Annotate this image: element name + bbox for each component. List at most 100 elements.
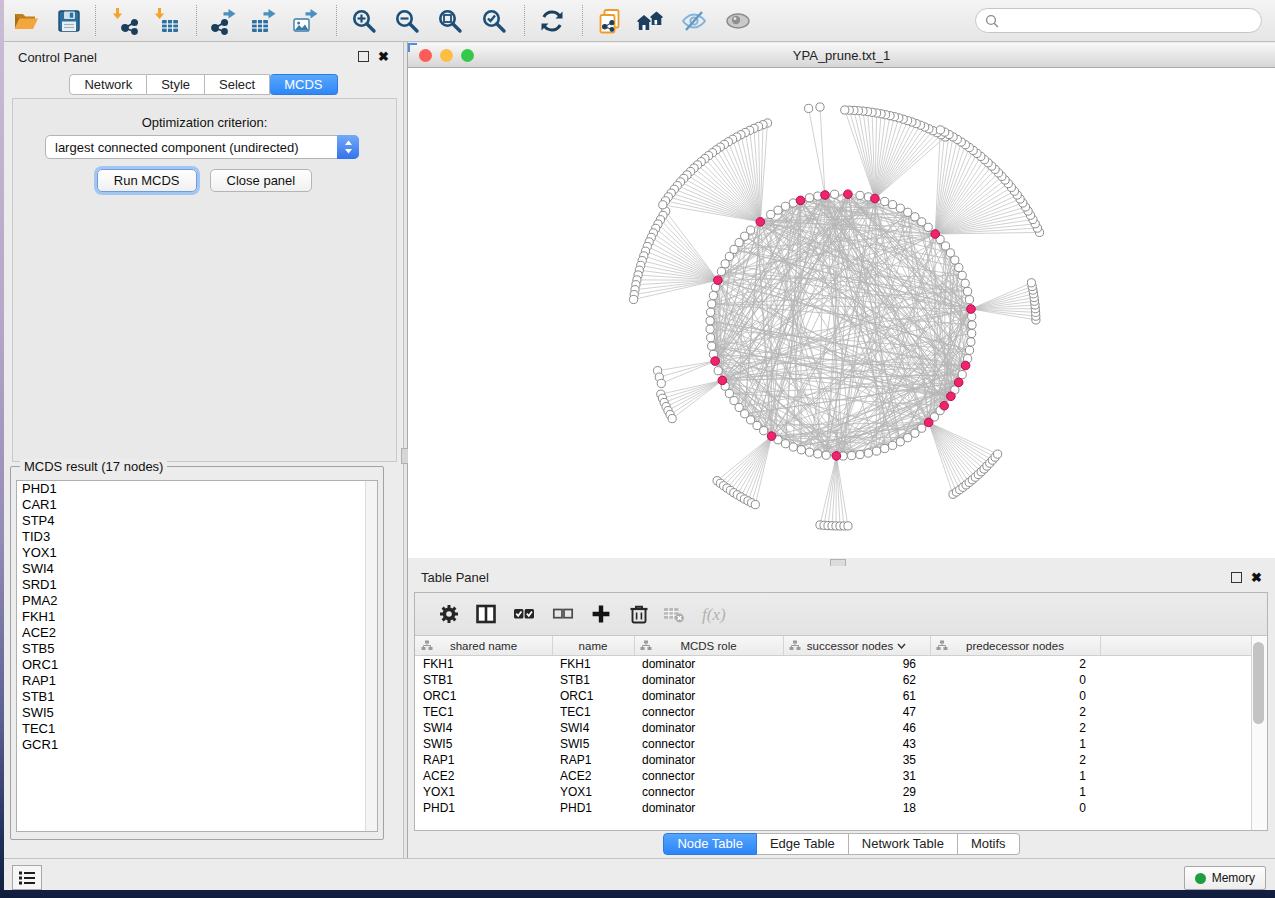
close-panel-icon[interactable]: ✖: [378, 52, 389, 61]
tab-network[interactable]: Network: [69, 74, 147, 95]
tab-mcds[interactable]: MCDS: [270, 74, 337, 95]
mcds-result-item[interactable]: ACE2: [17, 625, 377, 641]
task-history-button[interactable]: [12, 865, 42, 890]
function-builder-icon: f(x): [701, 603, 737, 627]
mcds-result-item[interactable]: ORC1: [17, 657, 377, 673]
save-session-icon[interactable]: [55, 7, 83, 35]
table-scrollbar[interactable]: [1251, 636, 1267, 830]
tab-style[interactable]: Style: [147, 74, 205, 95]
network-graph: [408, 68, 1275, 558]
cell-MCDS-role: dominator: [642, 688, 695, 704]
table-row[interactable]: PHD1PHD1dominator180: [415, 800, 1252, 816]
mcds-result-item[interactable]: TEC1: [17, 721, 377, 737]
export-table-icon[interactable]: [250, 7, 278, 35]
mcds-result-item[interactable]: SWI4: [17, 561, 377, 577]
mcds-list-scrollbar[interactable]: [365, 481, 377, 831]
mcds-result-item[interactable]: YOX1: [17, 545, 377, 561]
table-row[interactable]: FKH1FKH1dominator962: [415, 656, 1252, 672]
mcds-result-item[interactable]: PHD1: [17, 481, 377, 497]
zoom-selected-icon[interactable]: [480, 7, 508, 35]
table-header: shared namenameMCDS rolesuccessor nodesp…: [415, 636, 1252, 656]
tab-edge-table[interactable]: Edge Table: [757, 833, 849, 855]
mcds-result-item[interactable]: STP4: [17, 513, 377, 529]
close-panel-button[interactable]: Close panel: [210, 169, 313, 192]
import-network-icon[interactable]: [110, 7, 138, 35]
search-input[interactable]: [975, 8, 1262, 33]
column-header-successor-nodes[interactable]: successor nodes: [783, 636, 931, 655]
table-row[interactable]: ORC1ORC1dominator610: [415, 688, 1252, 704]
hide-selected-icon[interactable]: [680, 7, 708, 35]
split-columns-icon[interactable]: [475, 603, 499, 627]
optimization-criterion-dropdown[interactable]: largest connected component (undirected): [45, 135, 359, 159]
network-window-title: YPA_prune.txt_1: [408, 48, 1275, 63]
search-icon: [985, 14, 999, 28]
zoom-fit-icon[interactable]: [436, 7, 464, 35]
table-row[interactable]: TEC1TEC1connector472: [415, 704, 1252, 720]
settings-gear-icon[interactable]: [438, 603, 462, 627]
network-canvas[interactable]: [408, 68, 1275, 558]
cell-successor-nodes: 43: [783, 736, 916, 752]
deselect-all-icon[interactable]: [552, 603, 576, 627]
table-panel-title: Table Panel: [421, 570, 489, 585]
cell-successor-nodes: 29: [783, 784, 916, 800]
refresh-icon[interactable]: [538, 7, 566, 35]
mcds-result-item[interactable]: GCR1: [17, 737, 377, 753]
close-table-panel-icon[interactable]: ✖: [1251, 573, 1262, 582]
import-table-icon[interactable]: [152, 7, 180, 35]
float-panel-icon[interactable]: [358, 51, 369, 62]
mcds-result-item[interactable]: STB1: [17, 689, 377, 705]
focus-indicator: [408, 43, 417, 52]
show-all-icon[interactable]: [724, 7, 752, 35]
mcds-result-item[interactable]: PMA2: [17, 593, 377, 609]
cell-predecessor-nodes: 2: [930, 720, 1086, 736]
column-header-MCDS-role[interactable]: MCDS role: [634, 636, 784, 655]
cell-name: PHD1: [560, 800, 592, 816]
cell-MCDS-role: dominator: [642, 800, 695, 816]
add-column-icon[interactable]: [590, 603, 614, 627]
table-row[interactable]: RAP1RAP1dominator352: [415, 752, 1252, 768]
memory-button[interactable]: Memory: [1184, 866, 1266, 890]
column-type-icon: [936, 640, 948, 653]
table-row[interactable]: SWI5SWI5connector431: [415, 736, 1252, 752]
export-image-icon[interactable]: [292, 7, 320, 35]
table-row[interactable]: STB1STB1dominator620: [415, 672, 1252, 688]
mcds-tab-content: Optimization criterion: largest connecte…: [12, 98, 397, 462]
column-header-shared-name[interactable]: shared name: [415, 636, 553, 655]
cell-predecessor-nodes: 1: [930, 768, 1086, 784]
network-window-titlebar: YPA_prune.txt_1: [408, 43, 1275, 68]
table-row[interactable]: SWI4SWI4dominator462: [415, 720, 1252, 736]
table-scrollbar-thumb[interactable]: [1253, 642, 1264, 724]
mcds-result-item[interactable]: SWI5: [17, 705, 377, 721]
table-row[interactable]: YOX1YOX1connector291: [415, 784, 1252, 800]
zoom-out-icon[interactable]: [393, 7, 421, 35]
cell-MCDS-role: connector: [642, 784, 695, 800]
tab-select[interactable]: Select: [205, 74, 270, 95]
run-mcds-button[interactable]: Run MCDS: [97, 169, 197, 192]
cell-successor-nodes: 47: [783, 704, 916, 720]
select-all-icon[interactable]: [513, 603, 537, 627]
first-neighbors-icon[interactable]: [636, 7, 664, 35]
network-file-icon[interactable]: [596, 7, 624, 35]
cell-name: ACE2: [560, 768, 591, 784]
table-row[interactable]: ACE2ACE2connector311: [415, 768, 1252, 784]
cell-MCDS-role: connector: [642, 704, 695, 720]
cell-successor-nodes: 18: [783, 800, 916, 816]
open-file-icon[interactable]: [12, 7, 40, 35]
mcds-result-item[interactable]: CAR1: [17, 497, 377, 513]
float-table-panel-icon[interactable]: [1231, 572, 1242, 583]
column-header-predecessor-nodes[interactable]: predecessor nodes: [930, 636, 1101, 655]
mcds-result-item[interactable]: TID3: [17, 529, 377, 545]
zoom-in-icon[interactable]: [350, 7, 378, 35]
mcds-result-list[interactable]: PHD1CAR1STP4TID3YOX1SWI4SRD1PMA2FKH1ACE2…: [16, 480, 378, 832]
mcds-result-item[interactable]: FKH1: [17, 609, 377, 625]
tab-network-table[interactable]: Network Table: [849, 833, 958, 855]
cell-shared-name: ACE2: [423, 768, 454, 784]
mcds-result-item[interactable]: RAP1: [17, 673, 377, 689]
export-network-icon[interactable]: [210, 7, 238, 35]
tab-motifs[interactable]: Motifs: [958, 833, 1020, 855]
tab-node-table[interactable]: Node Table: [663, 833, 757, 855]
mcds-result-item[interactable]: SRD1: [17, 577, 377, 593]
column-header-name[interactable]: name: [552, 636, 635, 655]
mcds-result-item[interactable]: STB5: [17, 641, 377, 657]
delete-column-icon[interactable]: [628, 603, 652, 627]
